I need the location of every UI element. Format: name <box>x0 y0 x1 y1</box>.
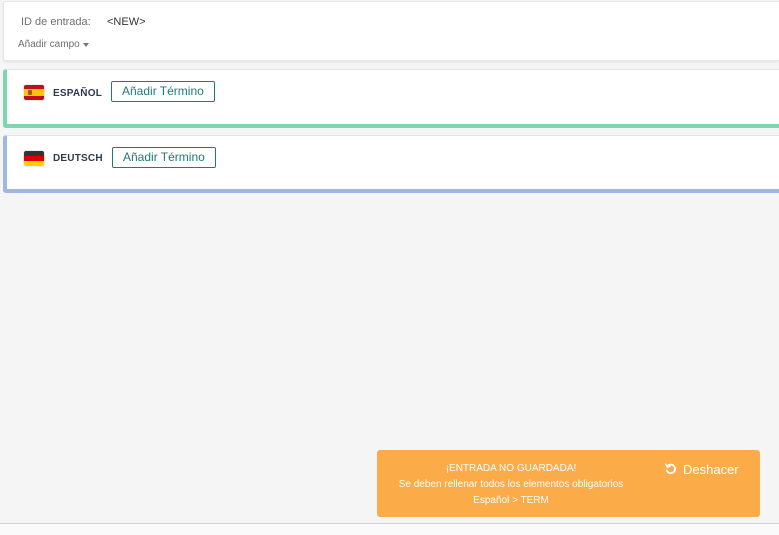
language-section-spanish: ESPAÑOL Añadir Término <box>3 69 779 128</box>
entry-header: ID de entrada: <NEW> Añadir campo <box>3 1 779 61</box>
spain-flag-icon <box>24 85 44 100</box>
undo-label: Deshacer <box>683 461 739 477</box>
notification-title: ¡ENTRADA NO GUARDADA! <box>445 463 577 474</box>
language-name: ESPAÑOL <box>53 88 102 99</box>
germany-flag-icon <box>24 151 44 166</box>
caret-down-icon <box>82 42 89 47</box>
add-term-button[interactable]: Añadir Término <box>112 147 216 168</box>
undo-button[interactable]: Deshacer <box>665 460 739 478</box>
notification-text: ¡ENTRADA NO GUARDADA! Se deben rellenar … <box>377 461 645 509</box>
add-field-dropdown[interactable]: Añadir campo <box>18 39 89 50</box>
add-field-label: Añadir campo <box>18 39 80 50</box>
add-term-button[interactable]: Añadir Término <box>111 81 215 102</box>
entry-id-label: ID de entrada: <box>21 16 91 28</box>
undo-icon <box>665 463 677 475</box>
notification-message: Se deben rellenar todos los elementos ob… <box>398 479 624 490</box>
entry-id-value: <NEW> <box>107 16 146 28</box>
language-name: DEUTSCH <box>53 153 103 164</box>
unsaved-entry-notification: ¡ENTRADA NO GUARDADA! Se deben rellenar … <box>377 450 760 517</box>
footer-strip <box>0 524 779 535</box>
language-section-german: DEUTSCH Añadir Término <box>3 135 779 193</box>
notification-detail: Español > TERM <box>473 495 549 506</box>
